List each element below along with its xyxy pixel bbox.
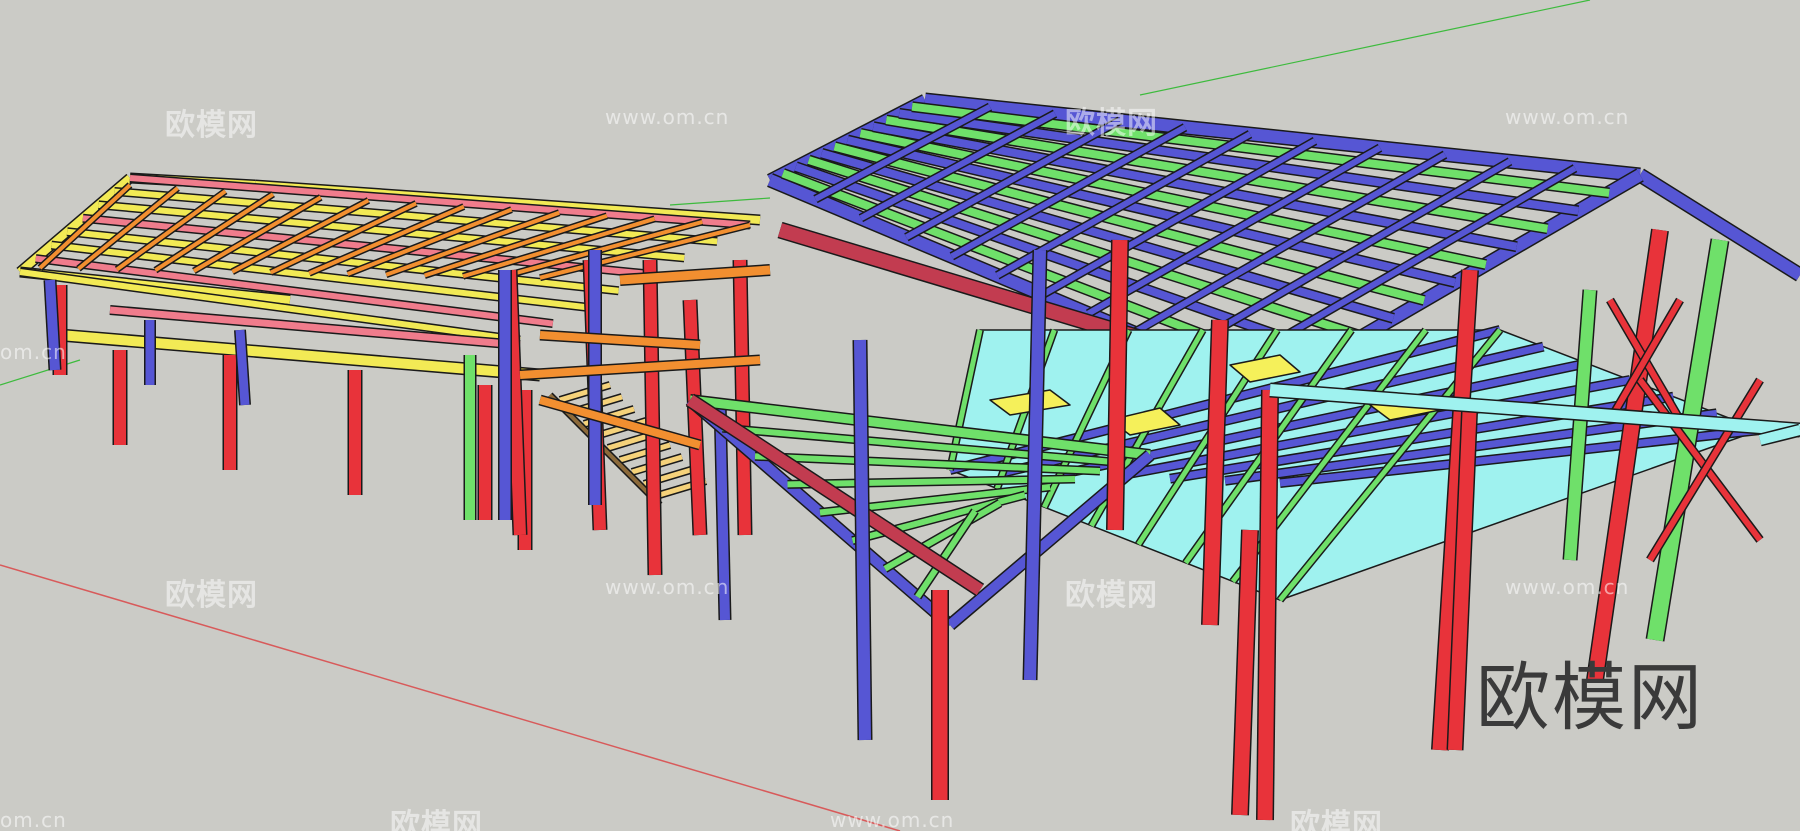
red-axis	[0, 564, 901, 831]
beam	[539, 331, 701, 349]
column	[854, 339, 871, 741]
3d-viewport[interactable]: 欧模网 www.om.cn 欧模网 www.om.cn om.cn 欧模网 ww…	[0, 0, 1800, 831]
column	[734, 259, 751, 536]
green-axis	[669, 197, 771, 206]
beam	[538, 396, 702, 449]
column	[644, 259, 661, 576]
column	[235, 329, 250, 406]
column	[1257, 389, 1278, 821]
column	[45, 279, 60, 371]
column	[1232, 529, 1258, 816]
column	[1202, 319, 1228, 626]
column	[1107, 239, 1128, 531]
stair-tread	[619, 442, 671, 463]
green-axis	[1139, 0, 1591, 96]
brand-logo: 欧模网	[1476, 655, 1704, 741]
green-axis	[0, 359, 81, 386]
